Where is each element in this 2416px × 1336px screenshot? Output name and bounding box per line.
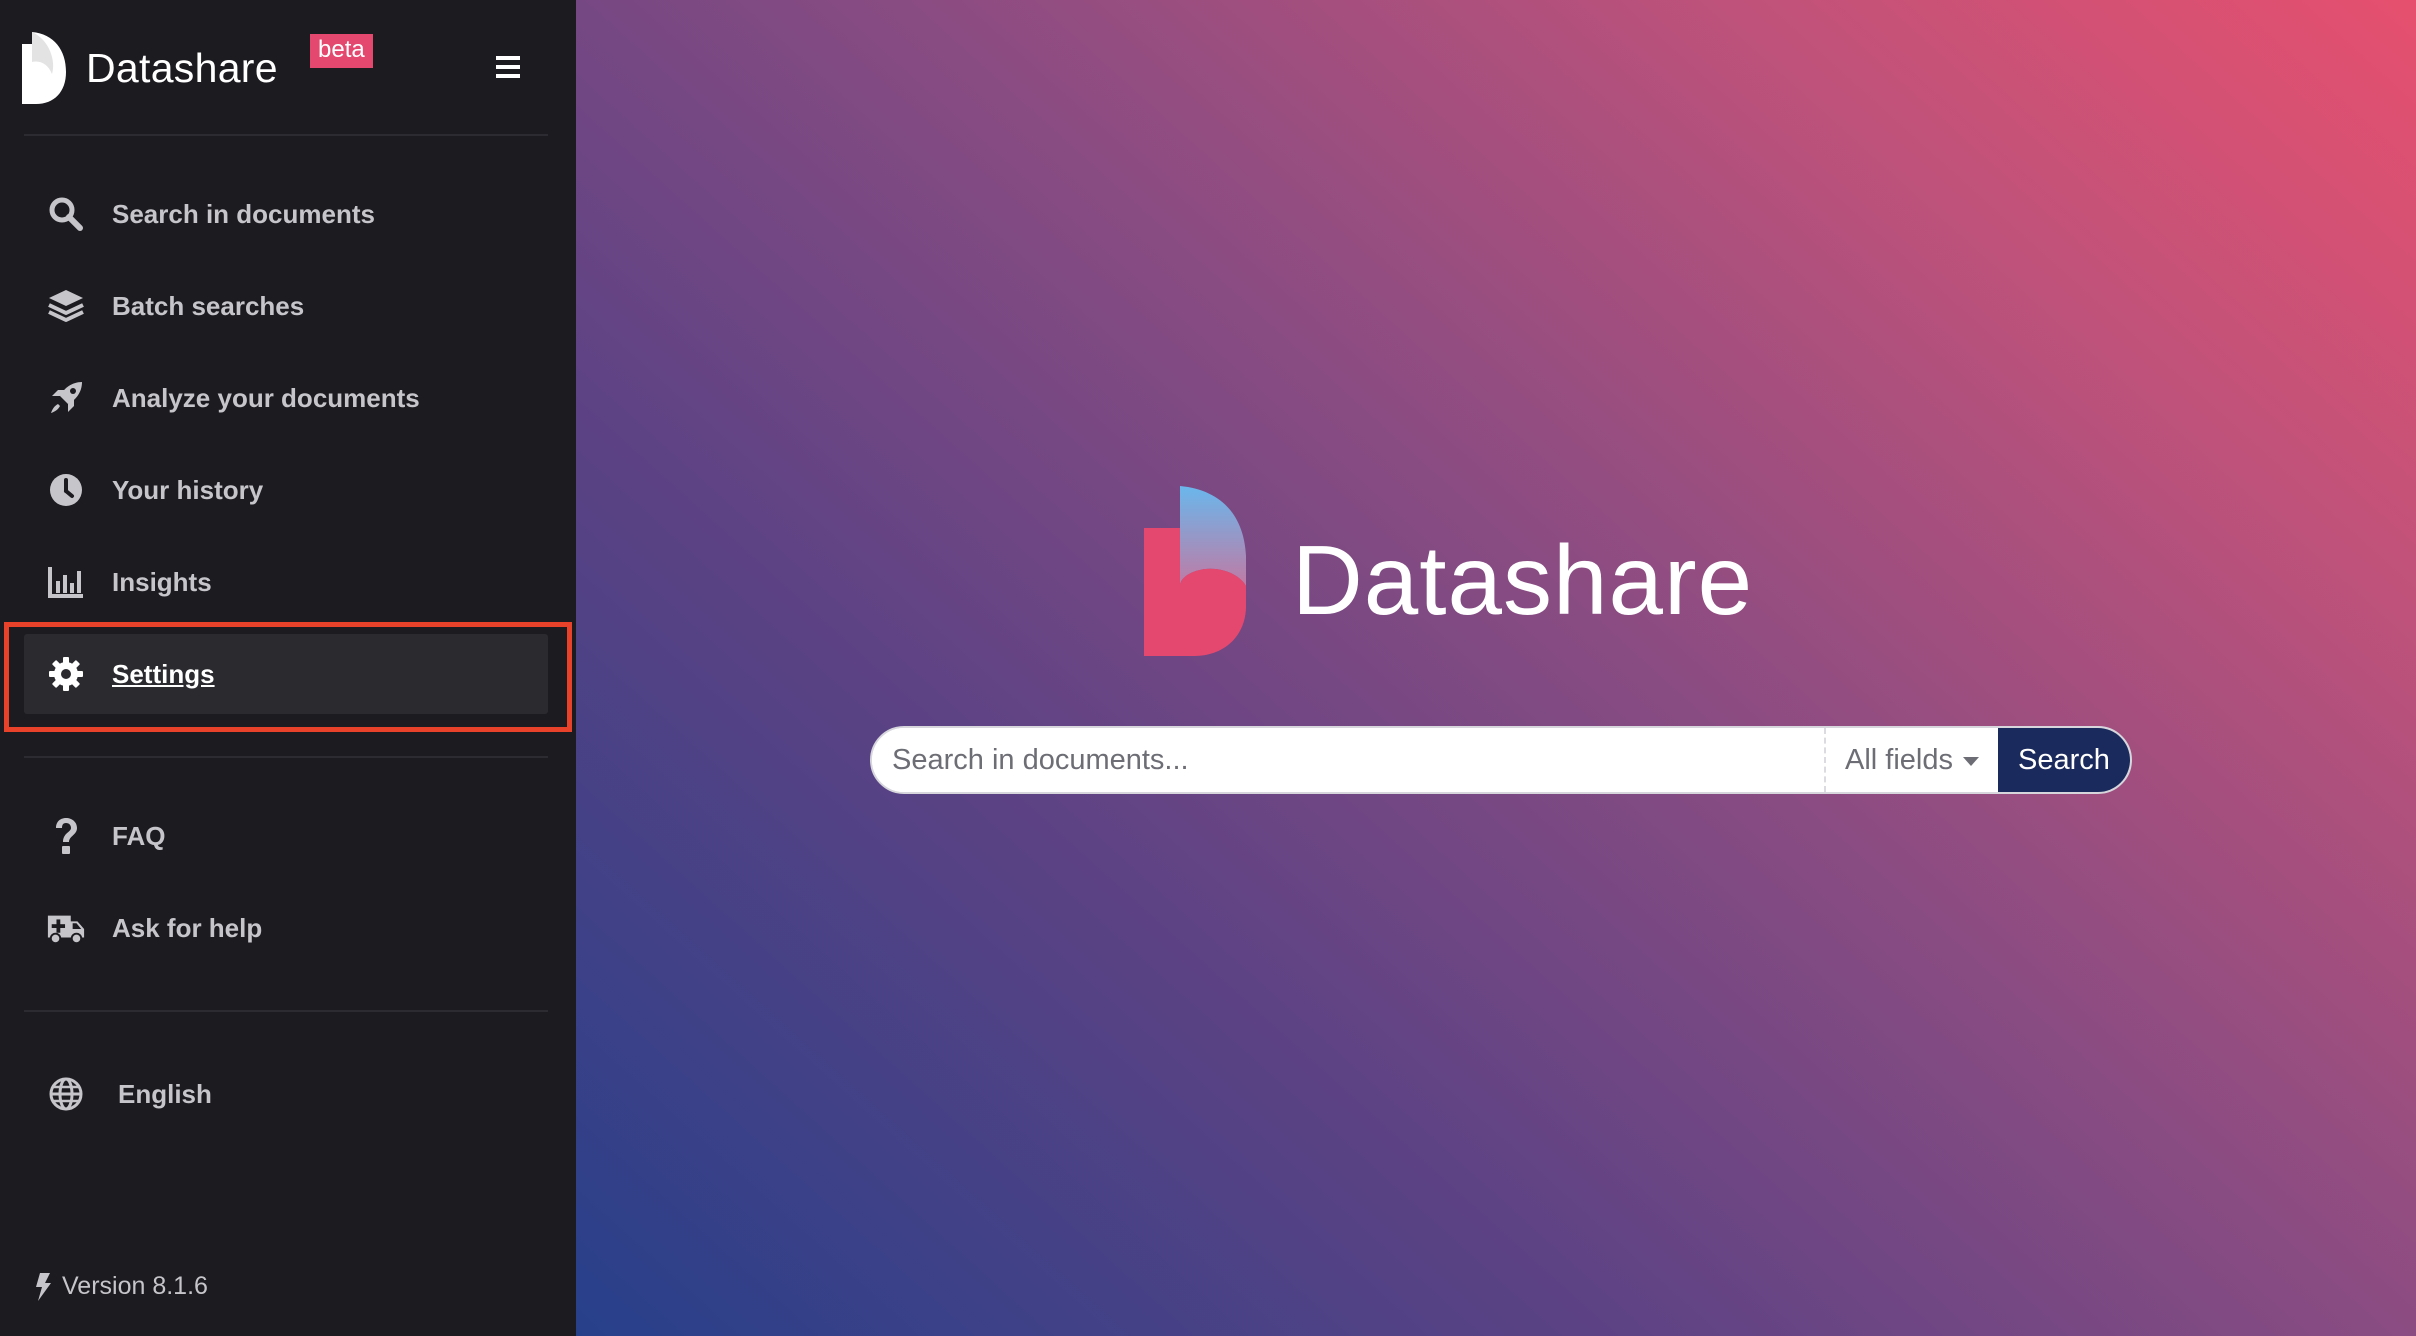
version-info: Version 8.1.6 xyxy=(34,1272,208,1301)
sidebar-item-ask-for-help[interactable]: Ask for help xyxy=(24,888,548,968)
brand[interactable]: Datashare beta xyxy=(22,30,373,106)
globe-icon xyxy=(46,1074,86,1114)
beta-badge: beta xyxy=(310,34,373,68)
sidebar-item-history[interactable]: Your history xyxy=(24,450,548,530)
sidebar-item-label: Ask for help xyxy=(112,912,263,943)
sidebar-item-faq[interactable]: FAQ xyxy=(24,796,548,876)
caret-down-icon xyxy=(1963,756,1979,766)
sidebar-item-batch-searches[interactable]: Batch searches xyxy=(24,266,548,346)
sidebar-item-label: Settings xyxy=(112,658,215,689)
search-icon xyxy=(46,194,86,234)
question-icon xyxy=(46,816,86,856)
sidebar-item-label: Insights xyxy=(112,566,212,597)
sidebar-item-insights[interactable]: Insights xyxy=(24,542,548,622)
sidebar-item-search[interactable]: Search in documents xyxy=(24,174,548,254)
divider xyxy=(24,1010,548,1012)
search-button[interactable]: Search xyxy=(1998,728,2130,792)
gear-icon xyxy=(46,654,86,694)
field-selector-dropdown[interactable]: All fields xyxy=(1824,728,1998,792)
divider xyxy=(24,756,548,758)
search-input[interactable] xyxy=(872,728,1824,792)
sidebar-item-analyze[interactable]: Analyze your documents xyxy=(24,358,548,438)
ambulance-icon xyxy=(46,908,86,948)
field-selector-label: All fields xyxy=(1845,743,1953,776)
sidebar-item-settings[interactable]: Settings xyxy=(24,634,548,714)
bar-chart-icon xyxy=(46,562,86,602)
datashare-logo-icon xyxy=(22,32,66,104)
sidebar-item-label: Your history xyxy=(112,474,264,505)
clock-icon xyxy=(46,470,86,510)
app: Datashare beta Search in documents Batch… xyxy=(0,0,2416,1336)
hamburger-icon[interactable] xyxy=(486,46,528,88)
sidebar-item-label: Analyze your documents xyxy=(112,382,420,413)
divider xyxy=(24,134,548,136)
bolt-icon xyxy=(36,1272,51,1301)
rocket-icon xyxy=(46,378,86,418)
language-label: English xyxy=(118,1078,212,1109)
layers-icon xyxy=(46,286,86,326)
sidebar-item-label: FAQ xyxy=(112,820,166,851)
language-selector[interactable]: English xyxy=(24,1054,548,1134)
sidebar: Datashare beta Search in documents Batch… xyxy=(0,0,576,1336)
search-bar: All fields Search xyxy=(870,726,2132,794)
brand-name: Datashare xyxy=(86,44,278,91)
main-content: Datashare All fields Search xyxy=(576,0,2416,1336)
version-text: Version 8.1.6 xyxy=(62,1272,208,1300)
datashare-logo-icon xyxy=(1144,486,1246,656)
sidebar-item-label: Batch searches xyxy=(112,290,305,321)
hero-title: Datashare xyxy=(1292,525,1754,635)
sidebar-item-label: Search in documents xyxy=(112,198,375,229)
